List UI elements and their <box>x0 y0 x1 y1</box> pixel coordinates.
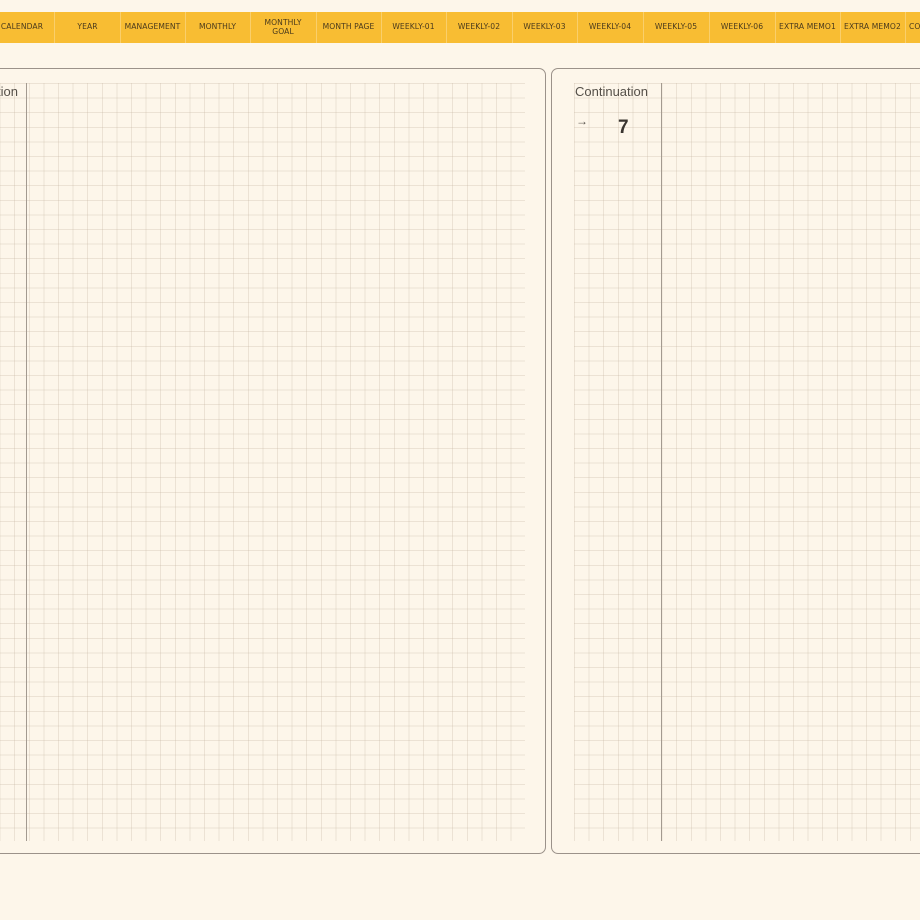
tab-separator <box>54 12 55 43</box>
tab-weekly-01[interactable]: WEEKLY-01 <box>381 12 446 43</box>
tab-separator <box>840 12 841 43</box>
tab-separator <box>775 12 776 43</box>
tab-weekly-02[interactable]: WEEKLY-02 <box>446 12 512 43</box>
tab-separator <box>185 12 186 43</box>
grid-area[interactable] <box>574 83 920 841</box>
tab-separator <box>512 12 513 43</box>
tab-calendar[interactable]: CALENDAR <box>0 12 44 43</box>
tab-separator <box>709 12 710 43</box>
right-page: Continuation → 7 <box>551 68 920 854</box>
tab-month-page[interactable]: MONTH PAGE <box>316 12 381 43</box>
tab-monthly[interactable]: MONTHLY <box>185 12 250 43</box>
tab-year[interactable]: YEAR <box>55 12 120 43</box>
tab-weekly-05[interactable]: WEEKLY-05 <box>643 12 709 43</box>
tab-separator <box>643 12 644 43</box>
grid-area[interactable] <box>0 83 525 841</box>
tab-extra-memo2[interactable]: EXTRA MEMO2 <box>840 12 905 43</box>
tab-extra-memo1[interactable]: EXTRA MEMO1 <box>775 12 840 43</box>
tab-co[interactable]: CO <box>905 12 920 43</box>
tab-management[interactable]: MANAGEMENT <box>120 12 185 43</box>
tab-separator <box>316 12 317 43</box>
page-title: Continuation <box>0 84 18 99</box>
tab-weekly-06[interactable]: WEEKLY-06 <box>709 12 775 43</box>
tab-separator <box>905 12 906 43</box>
tab-separator <box>577 12 578 43</box>
left-page: Continuation <box>0 68 546 854</box>
margin-divider <box>661 83 662 841</box>
tab-weekly-03[interactable]: WEEKLY-03 <box>512 12 577 43</box>
page-title: Continuation <box>575 84 648 99</box>
tab-weekly-04[interactable]: WEEKLY-04 <box>577 12 643 43</box>
tab-separator <box>446 12 447 43</box>
tab-monthly-goal[interactable]: MONTHLY GOAL <box>250 12 316 43</box>
tab-separator <box>381 12 382 43</box>
arrow-right-icon[interactable]: → <box>576 114 588 128</box>
tab-bar: CALENDAR YEAR MANAGEMENT MONTHLY MONTHLY… <box>0 12 920 43</box>
margin-divider <box>26 83 27 841</box>
tab-separator <box>120 12 121 43</box>
tab-separator <box>250 12 251 43</box>
page-number-link[interactable]: 7 <box>618 117 629 139</box>
